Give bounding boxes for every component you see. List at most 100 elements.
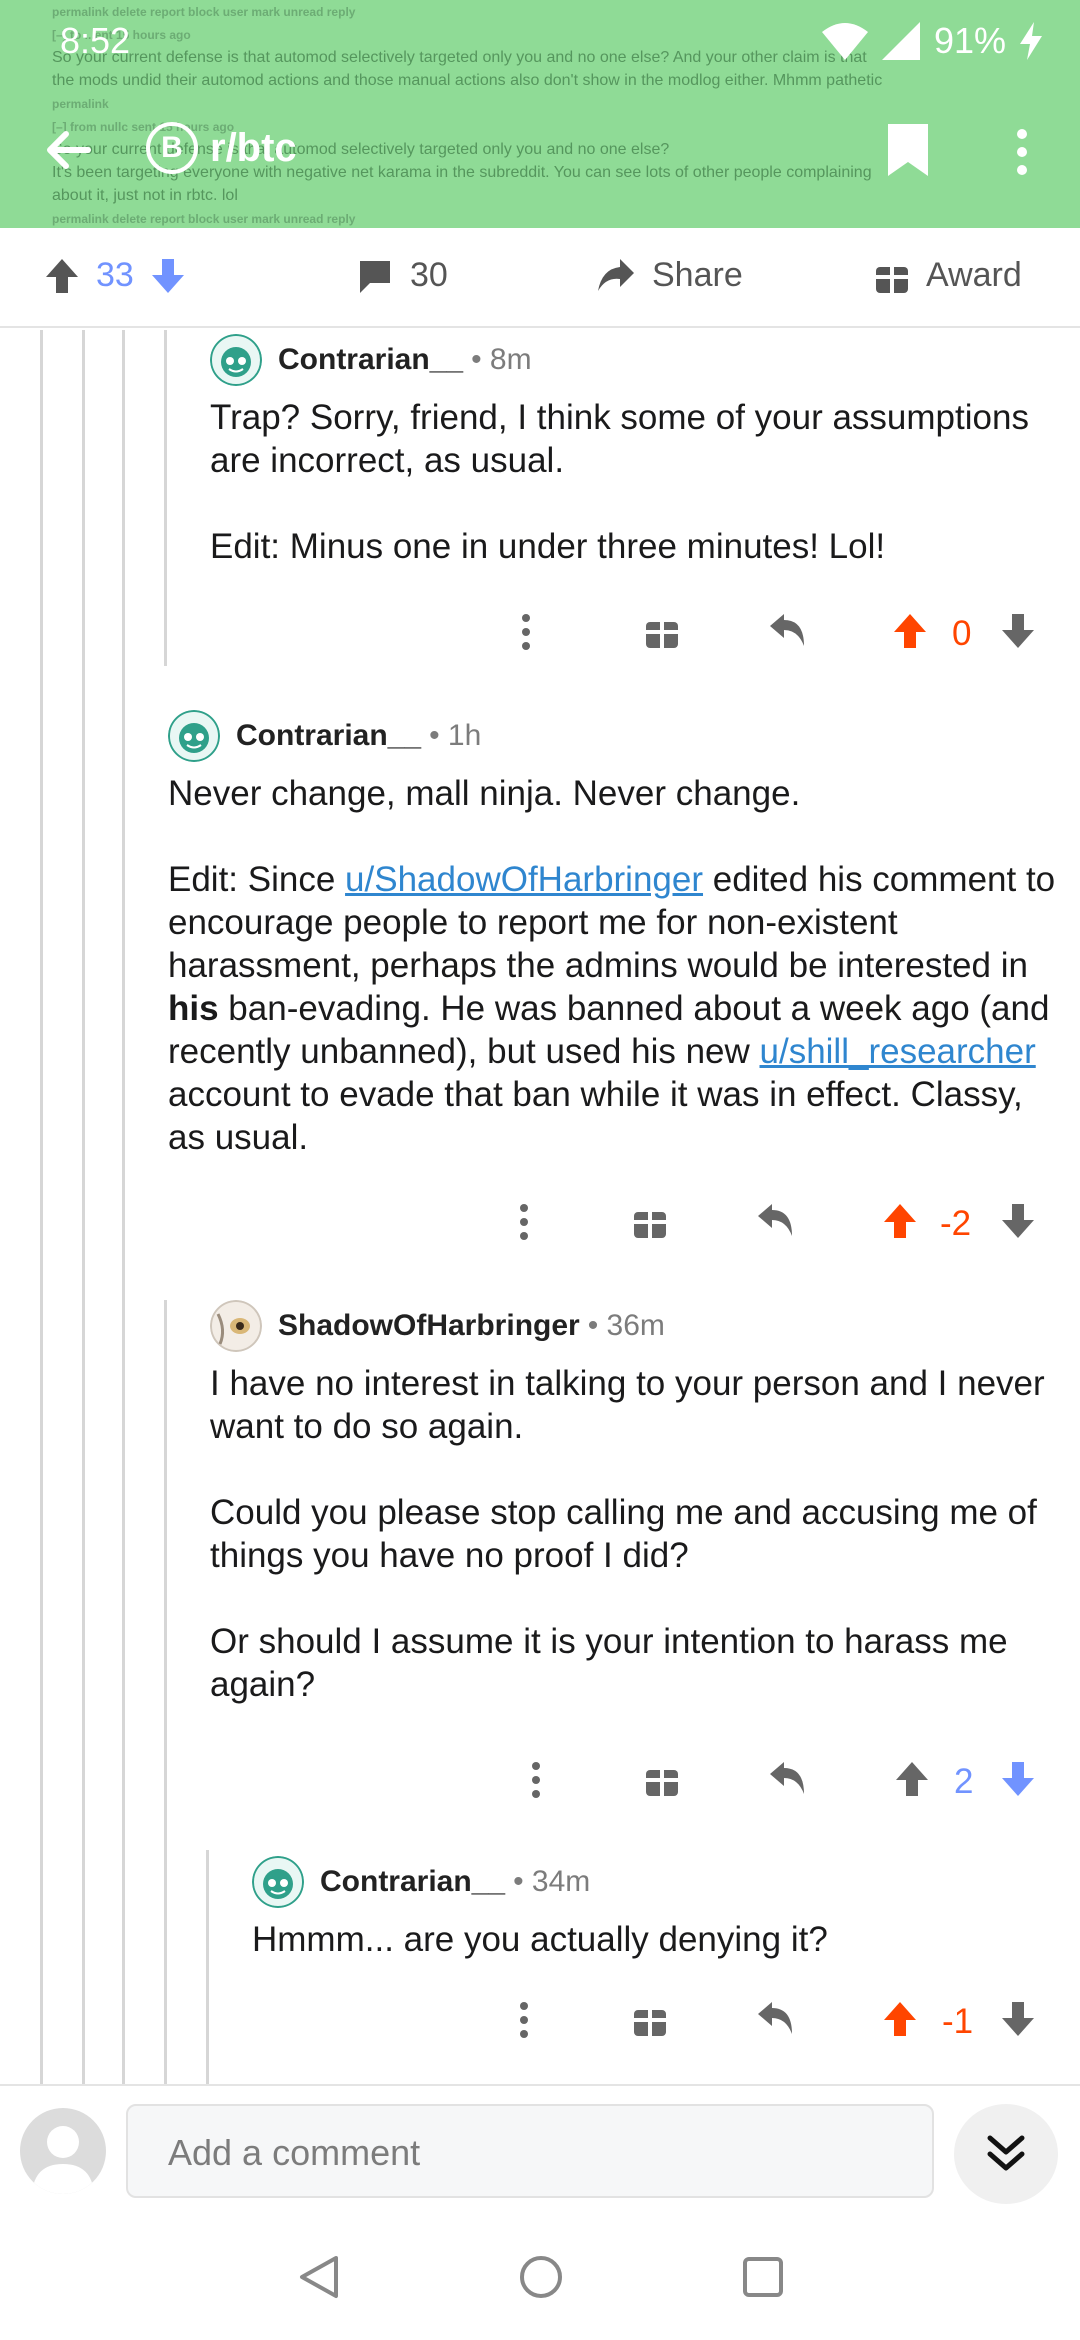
post-score: 33: [96, 256, 134, 294]
nav-back-button[interactable]: [296, 2254, 342, 2305]
more-vertical-icon[interactable]: [520, 612, 532, 652]
comment-meta: Contrarian__ • 34m: [252, 1856, 1052, 1908]
thread-line: [122, 330, 125, 2084]
comment-score: 2: [954, 1762, 974, 1801]
gift-icon[interactable]: [644, 612, 680, 650]
back-arrow-icon[interactable]: [44, 126, 92, 174]
more-vertical-icon[interactable]: [518, 2000, 530, 2040]
comment-paragraph: Edit: Since u/ShadowOfHarbringer edited …: [168, 860, 1056, 1157]
comment: Contrarian__ • 34m Hmmm... are you actua…: [252, 1856, 1052, 1961]
gift-icon[interactable]: [644, 1760, 680, 1798]
post-action-bar: 33 30 Share Award: [0, 228, 1080, 328]
share-label: Share: [652, 256, 743, 294]
post-vote: 33: [44, 256, 186, 295]
comment-paragraph: I have no interest in talking to your pe…: [210, 1364, 1045, 1446]
comment-actions: 0: [520, 606, 1040, 666]
user-icon: [32, 2126, 94, 2194]
upvote-icon[interactable]: [882, 1202, 918, 1240]
avatar[interactable]: [252, 1856, 304, 1908]
nav-home-icon: [520, 2256, 562, 2298]
award-label: Award: [926, 256, 1022, 294]
comment-author[interactable]: Contrarian__: [320, 1865, 505, 1899]
gift-icon[interactable]: [632, 1202, 668, 1240]
comment-paragraph: Edit: Minus one in under three minutes! …: [210, 527, 886, 566]
comment: Contrarian__ • 1h Never change, mall nin…: [168, 710, 1058, 1159]
reply-icon[interactable]: [768, 612, 808, 648]
subreddit-name[interactable]: r/btc: [210, 126, 297, 171]
award-button[interactable]: Award: [874, 256, 1022, 295]
upvote-icon[interactable]: [44, 257, 80, 295]
comment-score: -2: [940, 1204, 972, 1243]
reply-icon[interactable]: [756, 2000, 796, 2036]
status-time: 8:52: [60, 20, 131, 61]
upvote-icon[interactable]: [894, 1760, 930, 1798]
user-link[interactable]: u/shill_researcher: [760, 1032, 1036, 1071]
gift-icon: [876, 260, 908, 293]
bookmark-icon[interactable]: [884, 122, 932, 178]
avatar[interactable]: [168, 710, 220, 762]
upvote-icon[interactable]: [892, 612, 928, 650]
comment-age: 36m: [606, 1309, 665, 1342]
app-header: permalink delete report block user mark …: [0, 0, 1080, 228]
comment-paragraph: Or should I assume it is your intention …: [210, 1622, 1008, 1704]
comment-paragraph: Never change, mall ninja. Never change.: [168, 774, 801, 813]
comment-paragraph: Hmmm... are you actually denying it?: [252, 1920, 828, 1959]
signal-icon: [881, 22, 920, 60]
comment-actions: -1: [518, 1994, 1038, 2054]
share-icon: [598, 258, 634, 291]
thread-line: [164, 330, 167, 666]
comment-author[interactable]: ShadowOfHarbringer: [278, 1309, 580, 1343]
downvote-icon[interactable]: [150, 257, 186, 295]
comment: ShadowOfHarbringer • 36m I have no inter…: [210, 1300, 1060, 1706]
comment-body: Hmmm... are you actually denying it?: [252, 1918, 1052, 1961]
comment-paragraph: Trap? Sorry, friend, I think some of you…: [210, 398, 1029, 480]
bitcoin-icon[interactable]: B: [146, 122, 198, 174]
more-vertical-icon[interactable]: [518, 1202, 530, 1242]
charging-icon: [1020, 22, 1042, 60]
reply-icon[interactable]: [756, 1202, 796, 1238]
downvote-icon[interactable]: [1000, 1202, 1036, 1240]
comment-meta: Contrarian__ • 1h: [168, 710, 1058, 762]
comment-paragraph: Could you please stop calling me and acc…: [210, 1493, 1037, 1575]
comment-actions: 2: [530, 1754, 1050, 1814]
chevron-double-down-icon: [987, 2135, 1025, 2171]
nav-home-button[interactable]: [518, 2254, 564, 2305]
downvote-icon[interactable]: [1000, 1760, 1036, 1798]
comment-input[interactable]: Add a comment: [126, 2104, 934, 2198]
comment-score: 0: [952, 614, 972, 653]
comment-author[interactable]: Contrarian__: [236, 719, 421, 753]
avatar[interactable]: [210, 334, 262, 386]
battery-level: 91%: [933, 20, 1006, 61]
reply-icon[interactable]: [768, 1760, 808, 1796]
avatar[interactable]: [210, 1300, 262, 1352]
user-link[interactable]: u/ShadowOfHarbringer: [345, 860, 703, 899]
upvote-icon[interactable]: [882, 2000, 918, 2038]
more-vertical-icon[interactable]: [1014, 128, 1030, 176]
downvote-icon[interactable]: [1000, 612, 1036, 650]
status-bar: 8:52 91%: [0, 14, 1080, 70]
comment-age: 1h: [447, 719, 482, 752]
share-button[interactable]: Share: [596, 256, 743, 295]
comment-composer: Add a comment: [0, 2084, 1080, 2214]
thread-line: [82, 330, 85, 2084]
thread-line: [164, 1300, 167, 2084]
comments-button[interactable]: 30: [356, 256, 448, 295]
nav-recents-button[interactable]: [740, 2254, 786, 2305]
comment-meta: Contrarian__ • 8m: [210, 334, 1050, 386]
nav-back-icon: [300, 2256, 338, 2298]
system-nav-bar: [0, 2214, 1080, 2340]
downvote-icon[interactable]: [1000, 2000, 1036, 2038]
comment-author[interactable]: Contrarian__: [278, 343, 463, 377]
comment-body: I have no interest in talking to your pe…: [210, 1362, 1060, 1706]
jump-down-button[interactable]: [954, 2104, 1058, 2204]
more-vertical-icon[interactable]: [530, 1760, 542, 1800]
comment-score: -1: [942, 2002, 974, 2041]
comment-count: 30: [410, 256, 448, 294]
comment-body: Trap? Sorry, friend, I think some of you…: [210, 396, 1050, 568]
avatar[interactable]: [20, 2108, 106, 2194]
gift-icon[interactable]: [632, 2000, 668, 2038]
thread-line: [40, 330, 43, 2084]
comment-meta: ShadowOfHarbringer • 36m: [210, 1300, 1060, 1352]
comment-age: 34m: [531, 1865, 591, 1898]
wifi-icon: [821, 23, 868, 60]
